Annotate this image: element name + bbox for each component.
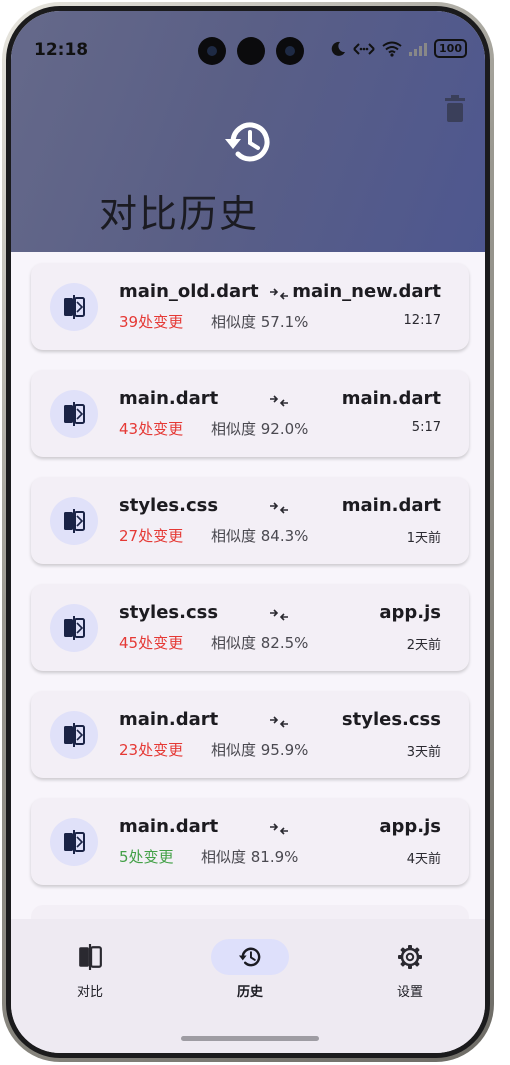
history-card[interactable]: main.dart styles.css 23处变更 相似度 95.9% 3天前 — [31, 691, 469, 778]
history-card[interactable]: main_old.dart main_new.dart 39处变更 相似度 57… — [31, 263, 469, 350]
history-list: main_old.dart main_new.dart 39处变更 相似度 57… — [31, 263, 469, 905]
timestamp: 5:17 — [411, 420, 441, 435]
compare-icon — [50, 497, 98, 545]
status-time: 12:18 — [34, 40, 89, 60]
left-file-name: main_old.dart — [119, 281, 259, 302]
change-count: 23处变更 — [119, 741, 184, 759]
moon-icon — [331, 41, 346, 56]
compare-icon — [50, 283, 98, 331]
similarity-label: 相似度 81.9% — [201, 848, 299, 866]
right-file-name: app.js — [379, 816, 441, 837]
history-card[interactable]: main.dart main.dart 43处变更 相似度 92.0% 5:17 — [31, 370, 469, 457]
similarity-label: 相似度 92.0% — [211, 420, 309, 438]
timestamp: 12:17 — [403, 313, 441, 328]
status-icons: 100 — [330, 39, 467, 58]
data-transfer-icon — [353, 42, 375, 55]
wifi-icon — [382, 41, 402, 57]
nav-history-label: 历史 — [236, 985, 263, 1000]
swap-arrows-icon — [270, 288, 288, 300]
trash-icon[interactable] — [443, 95, 467, 123]
phone-frame: 12:18 100 对比历史 main_old.dart main_new.da… — [2, 2, 494, 1062]
left-file-name: main.dart — [119, 709, 219, 730]
right-file-name: styles.css — [341, 709, 441, 730]
change-count: 27处变更 — [119, 527, 184, 545]
swap-arrows-icon — [270, 823, 288, 835]
timestamp: 2天前 — [406, 638, 441, 653]
similarity-label: 相似度 84.3% — [211, 527, 309, 545]
page-title: 对比历史 — [99, 192, 260, 236]
timestamp: 1天前 — [406, 531, 441, 546]
compare-icon — [50, 711, 98, 759]
left-file-name: styles.css — [119, 602, 219, 623]
nav-settings-label: 设置 — [396, 985, 423, 1000]
camera-icon — [198, 37, 226, 65]
left-file-name: main.dart — [119, 816, 219, 837]
history-card[interactable]: main.dart app.js 5处变更 相似度 81.9% 4天前 — [31, 798, 469, 885]
left-file-name: styles.css — [119, 495, 219, 516]
left-file-name: main.dart — [119, 388, 219, 409]
bottom-navigation: 对比 历史 设置 — [11, 919, 485, 1053]
similarity-label: 相似度 95.9% — [211, 741, 309, 759]
nav-settings-pill — [371, 939, 449, 975]
change-count: 39处变更 — [119, 313, 184, 331]
signal-icon — [409, 42, 428, 56]
similarity-label: 相似度 57.1% — [211, 313, 309, 331]
similarity-label: 相似度 82.5% — [211, 634, 309, 652]
history-card[interactable]: styles.css main.dart 27处变更 相似度 84.3% 1天前 — [31, 477, 469, 564]
change-count: 43处变更 — [119, 420, 184, 438]
history-card[interactable]: styles.css app.js 45处变更 相似度 82.5% 2天前 — [31, 584, 469, 671]
compare-icon — [50, 390, 98, 438]
timestamp: 4天前 — [406, 852, 441, 867]
swap-arrows-icon — [270, 716, 288, 728]
history-icon — [225, 122, 270, 162]
home-indicator[interactable] — [181, 1036, 319, 1041]
header: 12:18 100 对比历史 — [11, 11, 485, 252]
right-file-name: main_new.dart — [292, 281, 441, 302]
nav-settings[interactable]: 设置 — [360, 939, 460, 1009]
nav-compare-label: 对比 — [76, 985, 103, 1000]
swap-arrows-icon — [270, 395, 288, 407]
phone-bezel: 12:18 100 对比历史 main_old.dart main_new.da… — [6, 6, 490, 1058]
nav-compare[interactable]: 对比 — [40, 939, 140, 1009]
status-bar: 12:18 100 — [11, 35, 485, 65]
change-count: 5处变更 — [119, 848, 174, 866]
app-screen: 12:18 100 对比历史 main_old.dart main_new.da… — [11, 11, 485, 1053]
timestamp: 3天前 — [406, 745, 441, 760]
right-file-name: main.dart — [341, 388, 441, 409]
nav-history[interactable]: 历史 — [200, 939, 300, 1009]
compare-icon — [79, 944, 102, 970]
gear-icon — [398, 945, 422, 969]
camera-icon — [237, 37, 265, 65]
right-file-name: app.js — [379, 602, 441, 623]
compare-icon — [50, 818, 98, 866]
swap-arrows-icon — [270, 609, 288, 621]
change-count: 45处变更 — [119, 634, 184, 652]
camera-icon — [276, 37, 304, 65]
nav-compare-pill — [51, 939, 129, 975]
battery-indicator: 100 — [434, 39, 467, 58]
nav-history-pill — [211, 939, 289, 975]
history-icon — [238, 947, 261, 967]
compare-icon — [50, 604, 98, 652]
right-file-name: main.dart — [341, 495, 441, 516]
swap-arrows-icon — [270, 502, 288, 514]
